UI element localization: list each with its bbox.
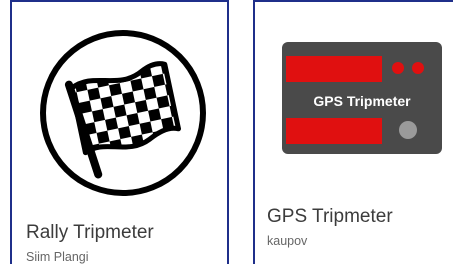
app-developer[interactable]: Siim Plangi (26, 250, 89, 264)
app-card-gps-tripmeter[interactable]: GPS Tripmeter GPS Tripmeter kaupov (253, 0, 453, 264)
app-title[interactable]: GPS Tripmeter (267, 206, 393, 228)
device-label: GPS Tripmeter (313, 93, 411, 109)
app-grid: Rally Tripmeter Siim Plangi GPS Tripmete… (0, 0, 453, 264)
app-developer[interactable]: kaupov (267, 234, 307, 248)
app-card-rally-tripmeter[interactable]: Rally Tripmeter Siim Plangi (10, 0, 229, 264)
app-title[interactable]: Rally Tripmeter (26, 222, 154, 244)
gps-tripmeter-device-icon: GPS Tripmeter (282, 42, 442, 154)
checkered-flag-icon (38, 28, 208, 198)
